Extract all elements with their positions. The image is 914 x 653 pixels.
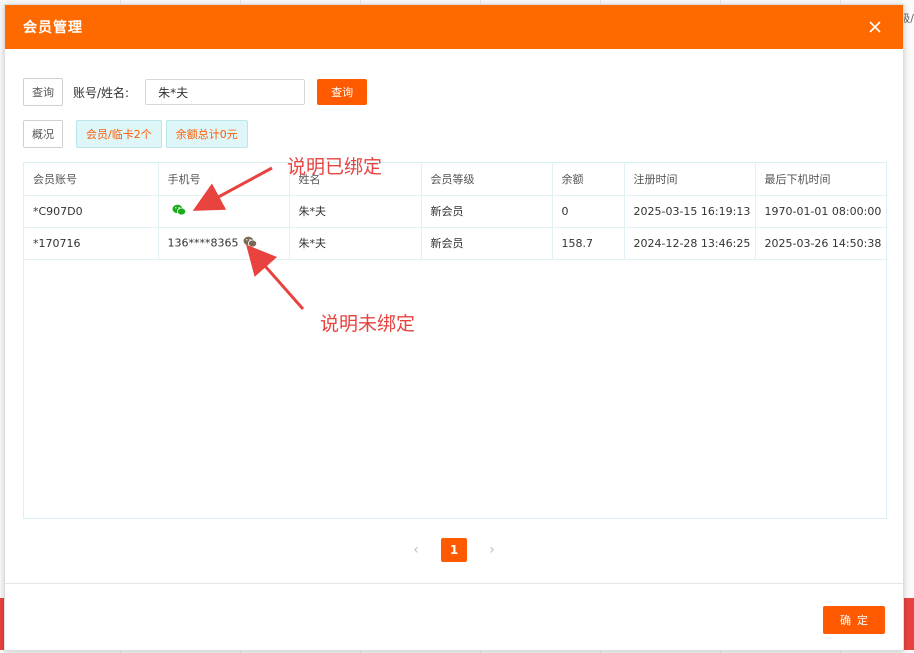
wechat-bound-icon (172, 204, 186, 219)
dialog-title: 会员管理 (23, 20, 83, 36)
search-row: 查询 账号/姓名: 查询 (23, 78, 368, 106)
cell-last-logout: 2025-03-26 14:50:38 (755, 227, 888, 260)
phone-text: 136****8365 (167, 236, 239, 249)
pagination: ‹ 1 › (5, 538, 903, 562)
cell-registered: 2024-12-28 13:46:25 (624, 227, 756, 260)
member-table: 会员账号 手机号 姓名 会员等级 余额 注册时间 最后下机时间 *C907D0 … (23, 162, 888, 519)
dialog-header: 会员管理 (5, 5, 903, 49)
confirm-button[interactable]: 确定 (823, 606, 885, 634)
close-icon[interactable] (865, 17, 885, 37)
wechat-unbound-icon (243, 236, 257, 251)
chevron-right-icon[interactable]: › (481, 539, 503, 561)
table-row[interactable]: *170716 136****8365 朱*夫 新会员 158.7 2024-1… (24, 227, 888, 260)
member-management-dialog: 会员管理 查询 账号/姓名: 查询 概况 会员/临卡2个 余额总计0元 会员账号… (4, 4, 904, 651)
col-level: 会员等级 (421, 163, 553, 196)
col-account: 会员账号 (24, 163, 159, 196)
search-input[interactable] (145, 79, 306, 105)
overview-button[interactable]: 概况 (23, 120, 63, 148)
balance-total-badge: 余额总计0元 (165, 120, 248, 148)
table-header-row: 会员账号 手机号 姓名 会员等级 余额 注册时间 最后下机时间 (24, 163, 888, 196)
cell-last-logout: 1970-01-01 08:00:00 (755, 195, 888, 228)
cell-level: 新会员 (421, 227, 553, 260)
page-1-button[interactable]: 1 (441, 538, 467, 562)
cell-name: 朱*夫 (289, 227, 422, 260)
cell-name: 朱*夫 (289, 195, 422, 228)
cell-level: 新会员 (421, 195, 553, 228)
member-count-badge: 会员/临卡2个 (76, 120, 162, 148)
col-phone: 手机号 (158, 163, 290, 196)
cell-balance: 158.7 (552, 227, 625, 260)
footer-divider (5, 583, 903, 584)
cell-balance: 0 (552, 195, 625, 228)
col-registered: 注册时间 (624, 163, 756, 196)
col-last-logout: 最后下机时间 (755, 163, 888, 196)
table-row[interactable]: *C907D0 朱*夫 新会员 0 2025-03-15 16:19:13 19… (24, 195, 888, 228)
cell-account: *170716 (24, 227, 159, 260)
query-tab-button[interactable]: 查询 (23, 78, 63, 106)
col-balance: 余额 (552, 163, 625, 196)
cell-registered: 2025-03-15 16:19:13 (624, 195, 756, 228)
search-field-label: 账号/姓名: (73, 85, 130, 100)
cell-account: *C907D0 (24, 195, 159, 228)
chevron-left-icon[interactable]: ‹ (405, 539, 427, 561)
search-button[interactable]: 查询 (317, 79, 368, 105)
cell-phone (158, 195, 290, 228)
summary-row: 概况 会员/临卡2个 余额总计0元 (23, 120, 248, 148)
annotation-bound: 说明已绑定 (287, 156, 383, 178)
cell-phone: 136****8365 (158, 227, 290, 260)
annotation-unbound: 说明未绑定 (320, 313, 416, 335)
